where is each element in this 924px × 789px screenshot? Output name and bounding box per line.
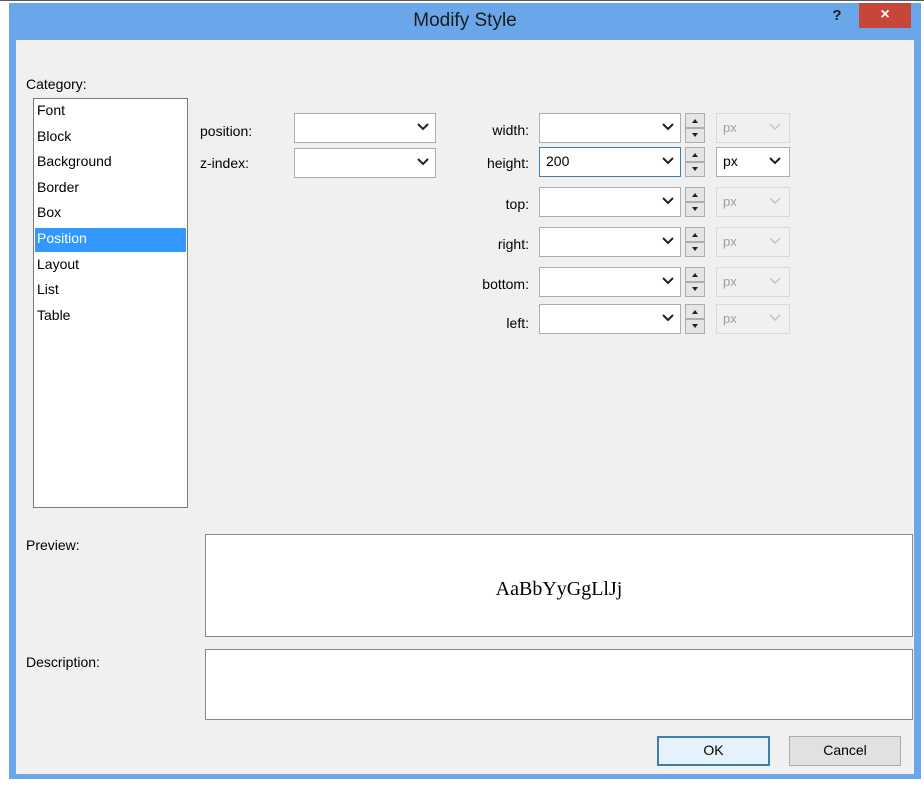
z-index-label: z-index: <box>200 155 250 171</box>
spin-up-button[interactable] <box>685 147 705 162</box>
description-box <box>205 649 913 720</box>
arrow-down-icon <box>692 133 698 137</box>
left-label: left: <box>506 315 529 331</box>
bottom-spinner[interactable] <box>685 267 705 297</box>
spin-up-button[interactable] <box>685 113 705 128</box>
spin-down-button[interactable] <box>685 319 705 334</box>
height-label: height: <box>486 155 529 171</box>
top-select[interactable] <box>539 187 681 217</box>
chevron-down-icon <box>769 237 781 245</box>
category-item-layout[interactable]: Layout <box>35 254 186 278</box>
arrow-down-icon <box>692 207 698 211</box>
width-unit-select[interactable]: px <box>716 113 790 143</box>
bottom-unit-select[interactable]: px <box>716 267 790 297</box>
height-value: 200 <box>546 153 570 169</box>
width-unit-value: px <box>723 120 737 135</box>
arrow-down-icon <box>692 167 698 171</box>
arrow-up-icon <box>692 233 698 237</box>
preview-sample-text: AaBbYyGgLlJj <box>495 578 623 600</box>
left-select[interactable] <box>539 304 681 334</box>
spin-down-button[interactable] <box>685 162 705 177</box>
arrow-up-icon <box>692 273 698 277</box>
arrow-down-icon <box>692 247 698 251</box>
ok-button[interactable]: OK <box>657 736 770 766</box>
help-button[interactable]: ? <box>823 7 851 29</box>
category-item-list[interactable]: List <box>35 279 186 303</box>
height-unit-select[interactable]: px <box>716 147 790 177</box>
arrow-down-icon <box>692 324 698 328</box>
arrow-up-icon <box>692 310 698 314</box>
spin-up-button[interactable] <box>685 304 705 319</box>
z-index-select[interactable] <box>294 148 436 178</box>
chevron-down-icon <box>662 157 674 165</box>
spin-up-button[interactable] <box>685 267 705 282</box>
arrow-up-icon <box>692 193 698 197</box>
spin-down-button[interactable] <box>685 128 705 143</box>
category-item-background[interactable]: Background <box>35 151 186 175</box>
arrow-down-icon <box>692 287 698 291</box>
spin-down-button[interactable] <box>685 242 705 257</box>
top-spinner[interactable] <box>685 187 705 217</box>
category-item-border[interactable]: Border <box>35 177 186 201</box>
spin-up-button[interactable] <box>685 187 705 202</box>
modify-style-dialog: Modify Style ? × Category: Font Block Ba… <box>9 3 921 779</box>
arrow-up-icon <box>692 153 698 157</box>
arrow-up-icon <box>692 119 698 123</box>
chevron-down-icon <box>662 277 674 285</box>
category-label: Category: <box>26 76 87 92</box>
chevron-down-icon <box>662 123 674 131</box>
chevron-down-icon <box>769 123 781 131</box>
category-list[interactable]: Font Block Background Border Box Positio… <box>33 98 188 508</box>
left-spinner[interactable] <box>685 304 705 334</box>
bottom-unit-value: px <box>723 274 737 289</box>
dialog-title: Modify Style <box>413 10 517 31</box>
category-item-font[interactable]: Font <box>35 100 186 124</box>
spin-up-button[interactable] <box>685 227 705 242</box>
spin-down-button[interactable] <box>685 282 705 297</box>
spin-down-button[interactable] <box>685 202 705 217</box>
position-label: position: <box>200 123 253 139</box>
bottom-label: bottom: <box>482 276 529 292</box>
top-edge-line <box>0 0 924 1</box>
chevron-down-icon <box>417 158 429 166</box>
left-unit-value: px <box>723 311 737 326</box>
category-item-table[interactable]: Table <box>35 305 186 329</box>
chevron-down-icon <box>662 237 674 245</box>
width-label: width: <box>492 122 529 138</box>
category-item-block[interactable]: Block <box>35 126 186 150</box>
left-unit-select[interactable]: px <box>716 304 790 334</box>
right-spinner[interactable] <box>685 227 705 257</box>
category-item-box[interactable]: Box <box>35 202 186 226</box>
close-button[interactable]: × <box>859 3 911 28</box>
width-spinner[interactable] <box>685 113 705 143</box>
chevron-down-icon <box>662 314 674 322</box>
chevron-down-icon <box>769 277 781 285</box>
cancel-button[interactable]: Cancel <box>789 736 901 766</box>
chevron-down-icon <box>417 123 429 131</box>
chevron-down-icon <box>662 197 674 205</box>
height-unit-value: px <box>723 153 738 169</box>
chevron-down-icon <box>769 314 781 322</box>
top-unit-select[interactable]: px <box>716 187 790 217</box>
title-bar[interactable]: Modify Style ? × <box>9 3 921 39</box>
top-unit-value: px <box>723 194 737 209</box>
description-label: Description: <box>26 654 100 670</box>
preview-box: AaBbYyGgLlJj <box>205 534 913 637</box>
chevron-down-icon <box>769 197 781 205</box>
width-select[interactable] <box>539 113 681 143</box>
dialog-body: Category: Font Block Background Border B… <box>16 40 914 774</box>
height-select[interactable]: 200 <box>539 147 681 177</box>
position-select[interactable] <box>294 113 436 143</box>
chevron-down-icon <box>769 157 781 165</box>
right-unit-value: px <box>723 234 737 249</box>
bottom-select[interactable] <box>539 267 681 297</box>
right-unit-select[interactable]: px <box>716 227 790 257</box>
top-label: top: <box>505 196 529 212</box>
close-icon: × <box>880 6 890 23</box>
preview-label: Preview: <box>26 537 80 553</box>
category-item-position[interactable]: Position <box>35 228 186 252</box>
right-label: right: <box>497 236 529 252</box>
height-spinner[interactable] <box>685 147 705 177</box>
right-select[interactable] <box>539 227 681 257</box>
